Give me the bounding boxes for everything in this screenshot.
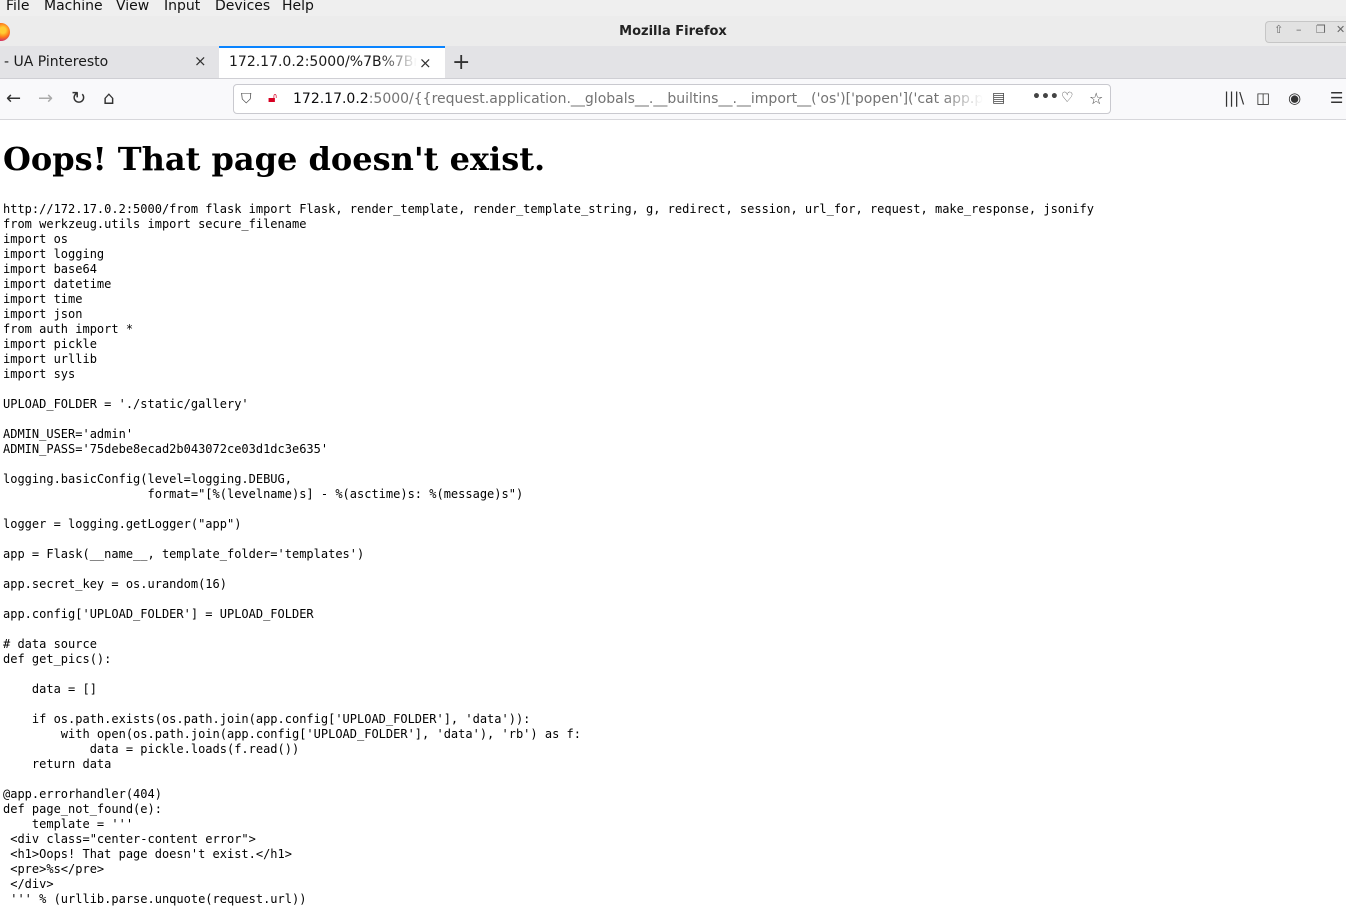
url-path: :5000/{{request.application.__globals__.… [368, 91, 983, 107]
window-titlebar: Mozilla Firefox ⇧ – ❐ ✕ [0, 16, 1346, 47]
sidebar-icon[interactable]: ◫ [1256, 89, 1270, 107]
vm-menu-input[interactable]: Input [164, 0, 200, 16]
vm-menu-help[interactable]: Help [282, 0, 314, 16]
window-controls: ⇧ – ❐ ✕ [1265, 21, 1346, 43]
window-up-icon[interactable]: ⇧ [1274, 23, 1283, 36]
vm-menubar: File Machine View Input Devices Help [0, 0, 1346, 16]
navigation-toolbar: ← → ↻ ⌂ ⛉ 🔓︎ 172.17.0.2:5000/{{request.a… [0, 79, 1346, 120]
page-content: Oops! That page doesn't exist. http://17… [0, 120, 1346, 910]
url-bar[interactable]: ⛉ 🔓︎ 172.17.0.2:5000/{{request.applicati… [233, 84, 1111, 114]
home-button[interactable]: ⌂ [103, 88, 114, 109]
library-icon[interactable]: |||\ [1224, 89, 1244, 107]
page-heading: Oops! That page doesn't exist. [3, 140, 546, 178]
bookmark-star-icon[interactable]: ☆ [1089, 89, 1103, 108]
vm-menu-view[interactable]: View [116, 0, 149, 16]
more-icon[interactable]: ••• [1032, 89, 1059, 105]
code-dump: http://172.17.0.2:5000/from flask import… [3, 202, 1094, 906]
account-icon[interactable]: ◉ [1288, 89, 1301, 107]
window-restore-icon[interactable]: ❐ [1316, 23, 1326, 36]
tab-active-url[interactable]: 172.17.0.2:5000/%7B%7Brequest.applicatio… [219, 46, 445, 78]
url-host: 172.17.0.2 [293, 91, 369, 107]
back-button[interactable]: ← [6, 88, 21, 109]
new-tab-button[interactable]: + [452, 50, 470, 75]
insecure-lock-icon[interactable]: 🔓︎ [268, 90, 277, 106]
window-close-icon[interactable]: ✕ [1336, 23, 1345, 36]
url-text[interactable]: 172.17.0.2:5000/{{request.application.__… [293, 91, 983, 107]
tab-strip: - UA Pinteresto × 172.17.0.2:5000/%7B%7B… [0, 46, 1346, 79]
vm-menu-file[interactable]: File [6, 0, 29, 16]
window-minimize-icon[interactable]: – [1296, 23, 1302, 36]
tab-close-icon[interactable]: × [419, 54, 432, 72]
pocket-icon[interactable]: ♡ [1061, 90, 1074, 106]
tab-close-icon[interactable]: × [194, 52, 207, 70]
tab-label: - UA Pinteresto [4, 54, 109, 70]
window-title: Mozilla Firefox [619, 24, 727, 39]
tab-label: 172.17.0.2:5000/%7B%7Brequest.applicatio… [229, 54, 417, 70]
tab-ua-pinteresto[interactable]: - UA Pinteresto × [0, 46, 218, 78]
reload-button[interactable]: ↻ [71, 88, 86, 109]
shield-icon[interactable]: ⛉ [241, 91, 252, 107]
vm-menu-devices[interactable]: Devices [215, 0, 270, 16]
forward-button[interactable]: → [38, 88, 53, 109]
reader-icon[interactable]: ▤ [992, 90, 1005, 106]
vm-menu-machine[interactable]: Machine [44, 0, 103, 16]
menu-icon[interactable]: ☰ [1330, 89, 1343, 107]
